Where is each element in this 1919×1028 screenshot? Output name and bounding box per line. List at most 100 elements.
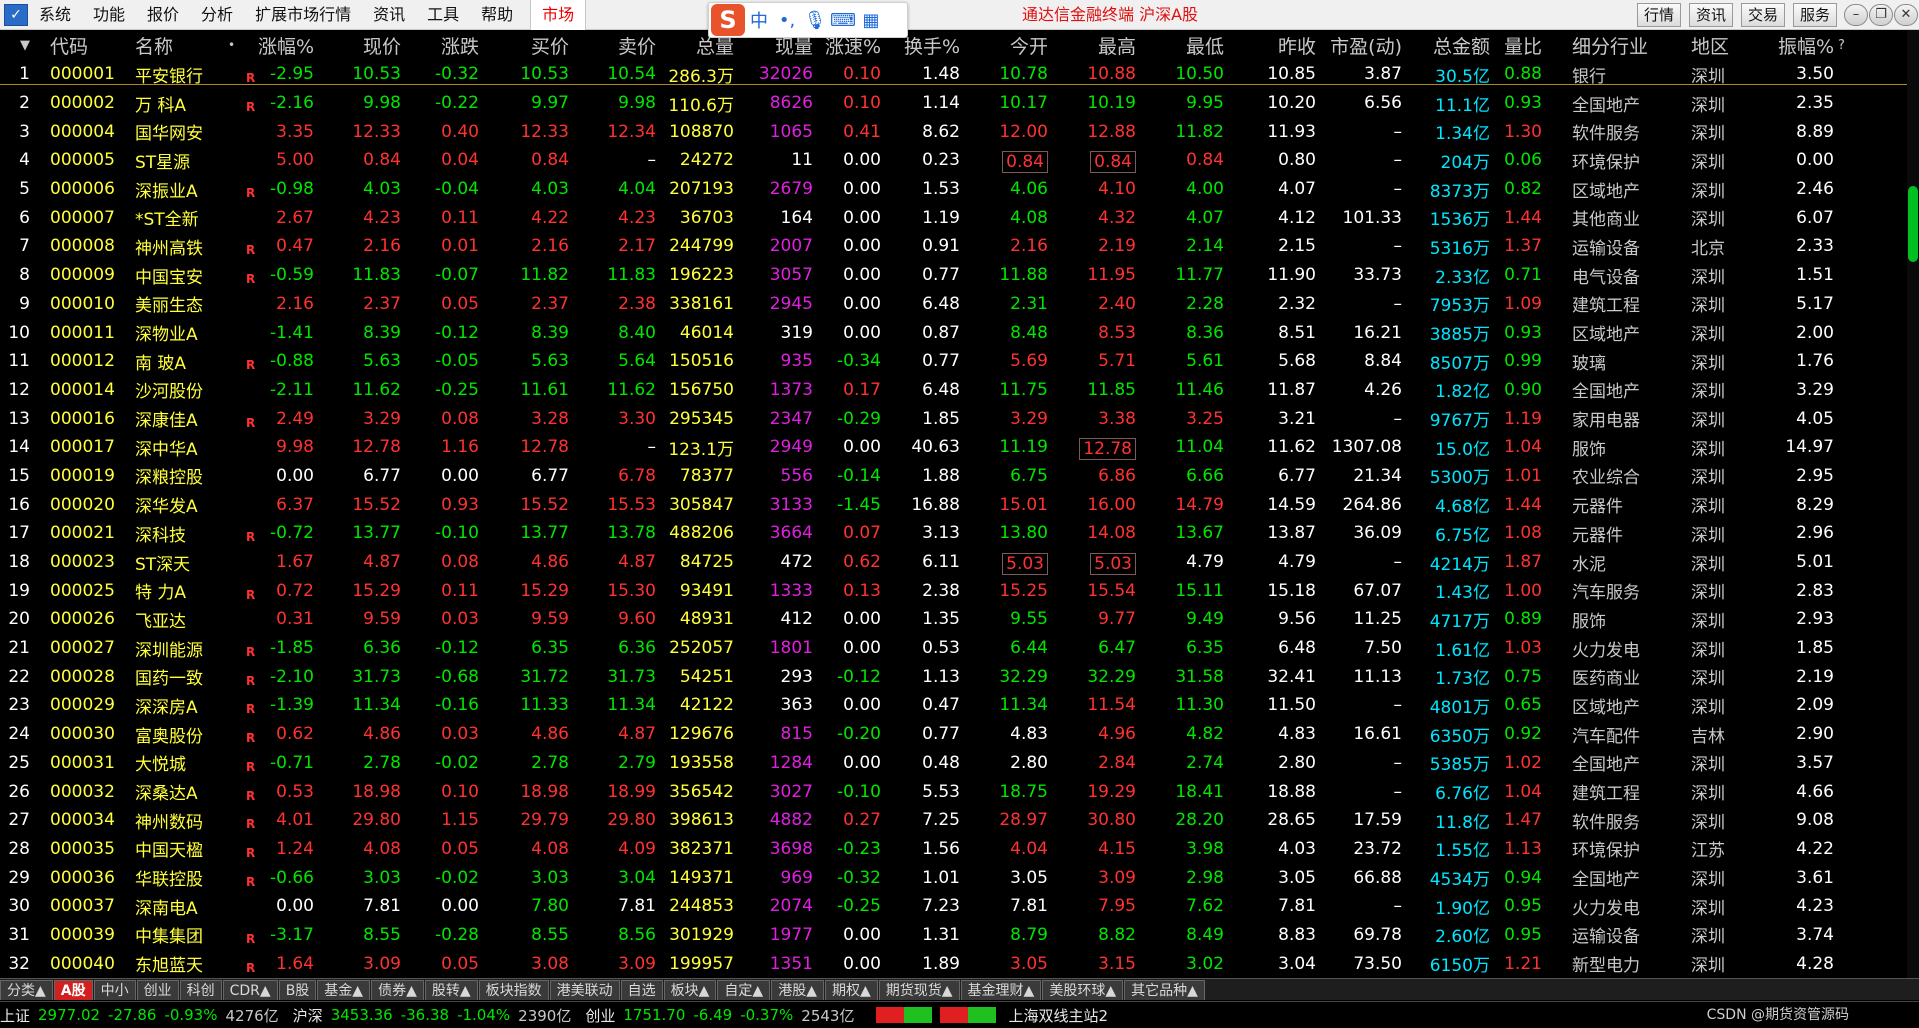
table-row[interactable]: 9 000010 美丽生态 2.16 2.37 0.05 2.37 2.38 338161 294… xyxy=(0,290,1919,319)
scrollbar-thumb[interactable] xyxy=(1908,186,1918,262)
table-row[interactable]: 8 000009 中国宝安 R -0.59 11.83 -0.07 11.82 11.83 196… xyxy=(0,261,1919,290)
market-tab-17[interactable]: 期货现货▲ xyxy=(878,979,960,1000)
stock-code[interactable]: 000020 xyxy=(50,490,126,519)
stock-name[interactable]: 美丽生态 xyxy=(135,290,245,319)
stock-name[interactable]: 深圳能源 xyxy=(135,634,245,663)
market-tab-8[interactable]: 债券▲ xyxy=(371,979,424,1000)
market-tab-14[interactable]: 自定▲ xyxy=(717,979,771,1000)
column-header-change-percent[interactable]: 涨幅% xyxy=(258,30,314,60)
column-header-ask-price[interactable]: 卖价 xyxy=(573,30,656,60)
stock-code[interactable]: 000026 xyxy=(50,605,126,634)
trade-button[interactable]: 交易 xyxy=(1741,3,1786,27)
stock-name[interactable]: 深物业A xyxy=(135,318,245,347)
market-tab-4[interactable]: 科创 xyxy=(179,979,222,1000)
stock-name[interactable]: ST星源 xyxy=(135,146,245,175)
stock-code[interactable]: 000002 xyxy=(50,89,126,118)
stock-name[interactable]: 深南电A xyxy=(135,892,245,921)
table-row[interactable]: 27 000034 神州数码 R 4.01 29.80 1.15 29.79 29.80 3986… xyxy=(0,806,1919,835)
menu-function[interactable]: 功能 xyxy=(82,0,136,30)
stock-name[interactable]: 国药一致 xyxy=(135,662,245,691)
table-row[interactable]: 25 000031 大悦城 R -0.71 2.78 -0.02 2.78 2.79 193558… xyxy=(0,749,1919,778)
stock-name[interactable]: 大悦城 xyxy=(135,749,245,778)
stock-code[interactable]: 000039 xyxy=(50,921,126,950)
stock-name[interactable]: 富奥股份 xyxy=(135,720,245,749)
market-tab-7[interactable]: 基金▲ xyxy=(317,979,371,1000)
table-row[interactable]: 11 000012 南 玻A R -0.88 5.63 -0.05 5.63 5.64 15051… xyxy=(0,347,1919,376)
table-row[interactable]: 15 000019 深粮控股 0.00 6.77 0.00 6.77 6.78 78377 556… xyxy=(0,462,1919,491)
stock-code[interactable]: 000027 xyxy=(50,634,126,663)
stock-name[interactable]: 深振业A xyxy=(135,175,245,204)
stock-name[interactable]: 东旭蓝天 xyxy=(135,949,245,978)
column-header-low-price[interactable]: 最低 xyxy=(1140,30,1224,60)
stock-name[interactable]: *ST全新 xyxy=(135,203,245,232)
stock-code[interactable]: 000011 xyxy=(50,318,126,347)
market-tab-19[interactable]: 美股环球▲ xyxy=(1042,979,1124,1000)
column-header-last-price[interactable]: 现价 xyxy=(318,30,401,60)
stock-name[interactable]: 沙河股份 xyxy=(135,376,245,405)
restore-icon[interactable]: ❐ xyxy=(1869,4,1893,26)
stock-name[interactable]: 中国天楹 xyxy=(135,835,245,864)
table-row[interactable]: 20 000026 飞亚达 0.31 9.59 0.03 9.59 9.60 48931 412 0… xyxy=(0,605,1919,634)
stock-name[interactable]: 国华网安 xyxy=(135,117,245,146)
stock-code[interactable]: 000008 xyxy=(50,232,126,261)
table-row[interactable]: 16 000020 深华发A 6.37 15.52 0.93 15.52 15.53 30584… xyxy=(0,490,1919,519)
table-row[interactable]: 30 000037 深南电A 0.00 7.81 0.00 7.80 7.81 244853 20… xyxy=(0,892,1919,921)
stock-name[interactable]: ST深天 xyxy=(135,548,245,577)
stock-code[interactable]: 000040 xyxy=(50,949,126,978)
column-header-total-volume[interactable]: 总量 xyxy=(660,30,734,60)
column-header-open-price[interactable]: 今开 xyxy=(964,30,1048,60)
table-row[interactable]: 22 000028 国药一致 R -2.10 31.73 -0.68 31.72 31.73 54… xyxy=(0,662,1919,691)
column-header-amplitude[interactable]: 振幅% xyxy=(1760,30,1834,60)
stock-code[interactable]: 000025 xyxy=(50,576,126,605)
market-tab-1[interactable]: A股 xyxy=(53,979,93,1000)
column-header-high-price[interactable]: 最高 xyxy=(1052,30,1136,60)
column-header-current-volume[interactable]: 现量 xyxy=(738,30,813,60)
quotes-button[interactable]: 行情 xyxy=(1637,3,1682,27)
table-row[interactable]: 26 000032 深桑达A R 0.53 18.98 0.10 18.98 18.99 3565… xyxy=(0,777,1919,806)
stock-code[interactable]: 000007 xyxy=(50,203,126,232)
menu-extended-market[interactable]: 扩展市场行情 xyxy=(244,0,362,30)
table-row[interactable]: 21 000027 深圳能源 R -1.85 6.36 -0.12 6.35 6.36 25205… xyxy=(0,634,1919,663)
table-row[interactable]: 19 000025 特 力A R 0.72 15.29 0.11 15.29 15.30 9349… xyxy=(0,576,1919,605)
column-header-change-amount[interactable]: 涨跌 xyxy=(405,30,479,60)
column-header-prev-close[interactable]: 昨收 xyxy=(1228,30,1316,60)
server-name[interactable]: 上海双线主站2 xyxy=(1008,1005,1108,1026)
punctuation-icon[interactable]: •, xyxy=(773,10,801,31)
table-row[interactable]: 18 000023 ST深天 1.67 4.87 0.08 4.86 4.87 84725 472… xyxy=(0,548,1919,577)
menu-help[interactable]: 帮助 xyxy=(470,0,524,30)
stock-code[interactable]: 000028 xyxy=(50,662,126,691)
menu-system[interactable]: 系统 xyxy=(28,0,82,30)
stock-code[interactable]: 000035 xyxy=(50,835,126,864)
market-tab-6[interactable]: B股 xyxy=(278,979,317,1000)
stock-code[interactable]: 000037 xyxy=(50,892,126,921)
market-tab-9[interactable]: 股转▲ xyxy=(424,979,478,1000)
stock-name[interactable]: 深康佳A xyxy=(135,404,245,433)
column-header-industry[interactable]: 细分行业 xyxy=(1572,30,1682,60)
stock-name[interactable]: 深桑达A xyxy=(135,777,245,806)
market-tab-11[interactable]: 港美联动 xyxy=(549,979,620,1000)
stock-code[interactable]: 000030 xyxy=(50,720,126,749)
table-row[interactable]: 28 000035 中国天楹 R 1.24 4.08 0.05 4.08 4.09 382371 3… xyxy=(0,835,1919,864)
stock-code[interactable]: 000012 xyxy=(50,347,126,376)
table-row[interactable]: 6 000007 *ST全新 2.67 4.23 0.11 4.22 4.23 36703 164… xyxy=(0,203,1919,232)
table-row[interactable]: 4 000005 ST星源 5.00 0.84 0.04 0.84–24272 11 0.00 0… xyxy=(0,146,1919,175)
menu-analysis[interactable]: 分析 xyxy=(190,0,244,30)
stock-code[interactable]: 000009 xyxy=(50,261,126,290)
market-tab-20[interactable]: 其它品种▲ xyxy=(1124,979,1205,1000)
toolbox-icon[interactable]: ▦ xyxy=(857,10,885,31)
sort-arrow-icon[interactable]: ▼ xyxy=(20,30,34,60)
minimize-icon[interactable]: – xyxy=(1844,4,1868,26)
table-row[interactable]: 5 000006 深振业A R -0.98 4.03 -0.04 4.03 4.04 207193… xyxy=(0,175,1919,204)
table-row[interactable]: 3 000004 国华网安 3.35 12.33 0.40 12.33 12.34 108870… xyxy=(0,117,1919,146)
stock-code[interactable]: 000021 xyxy=(50,519,126,548)
stock-name[interactable]: 飞亚达 xyxy=(135,605,245,634)
stock-code[interactable]: 000029 xyxy=(50,691,126,720)
table-row[interactable]: 12 000014 沙河股份 -2.11 11.62 -0.25 11.61 11.62 156… xyxy=(0,376,1919,405)
table-row[interactable]: 24 000030 富奥股份 R 0.62 4.86 0.03 4.86 4.87 129676 8… xyxy=(0,720,1919,749)
stock-code[interactable]: 000005 xyxy=(50,146,126,175)
stock-name[interactable]: 深深房A xyxy=(135,691,245,720)
service-button[interactable]: 服务 xyxy=(1793,3,1838,27)
vertical-scrollbar[interactable] xyxy=(1907,30,1919,990)
stock-name[interactable]: 神州数码 xyxy=(135,806,245,835)
market-tab-12[interactable]: 自选 xyxy=(620,979,663,1000)
